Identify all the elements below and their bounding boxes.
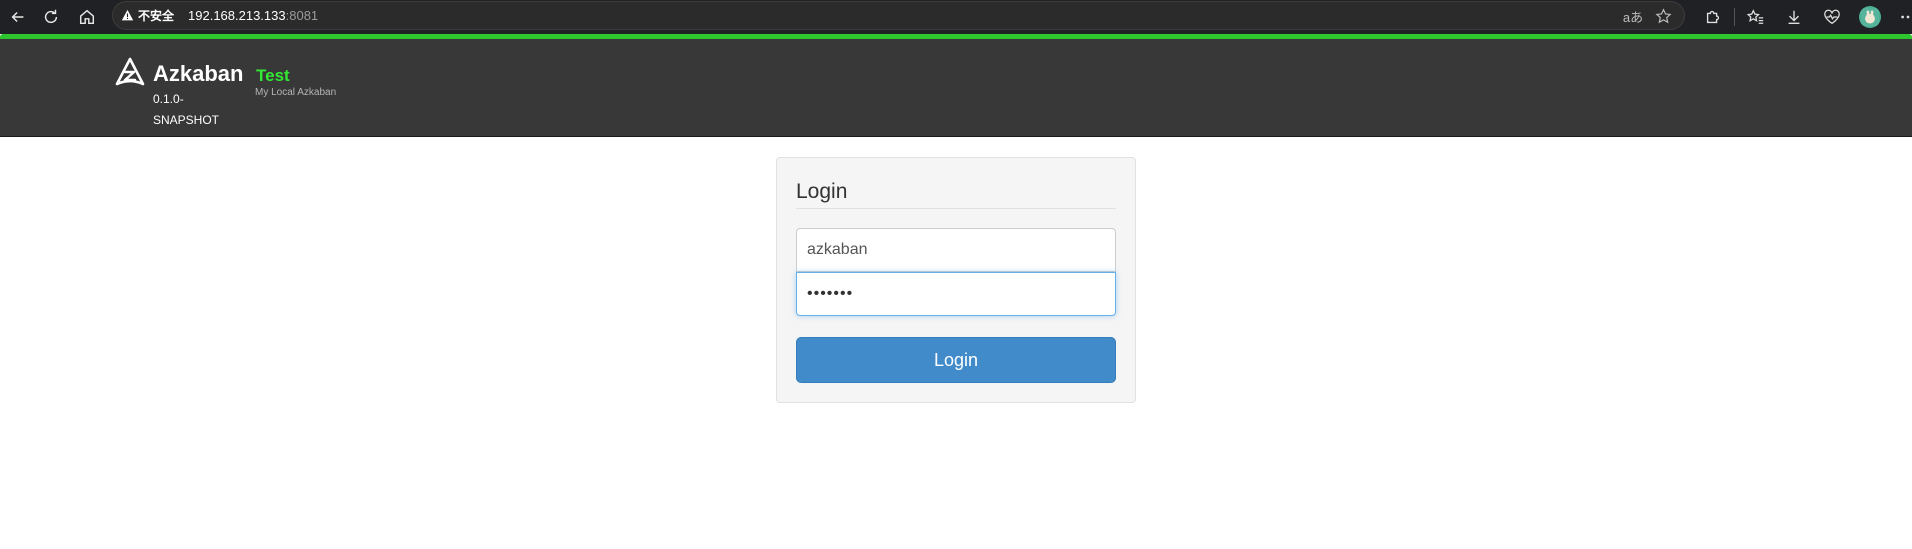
login-title: Login <box>796 180 848 203</box>
environment-name: Test <box>256 66 290 85</box>
download-icon <box>1788 10 1800 24</box>
star-icon <box>1655 7 1671 23</box>
app-header: Azkaban 0.1.0-SNAPSHOT Test My Local Azk… <box>0 39 1912 137</box>
title-divider <box>796 208 1116 209</box>
username-field[interactable]: azkaban <box>796 228 1116 272</box>
url-host: 192.168.213.133 <box>188 8 286 23</box>
profile-button[interactable] <box>1851 3 1889 31</box>
heart-pulse-icon <box>1824 9 1840 25</box>
environment-description: My Local Azkaban <box>255 87 337 98</box>
brand-name[interactable]: Azkaban <box>153 61 243 87</box>
home-icon <box>79 9 95 25</box>
home-button[interactable] <box>69 3 105 31</box>
version-label: 0.1.0-SNAPSHOT <box>153 92 220 127</box>
url-text[interactable]: 192.168.213.133:8081 <box>188 8 318 23</box>
browser-essentials-button[interactable] <box>1813 3 1851 31</box>
security-label: 不安全 <box>138 9 175 23</box>
avatar-image-icon <box>1861 8 1879 26</box>
extensions-button[interactable] <box>1694 3 1732 31</box>
puzzle-icon <box>1706 10 1720 24</box>
security-indicator[interactable]: 不安全 <box>121 7 174 24</box>
favorites-list-icon <box>1747 9 1764 24</box>
reload-button[interactable] <box>33 3 69 31</box>
warning-icon <box>121 9 134 21</box>
login-panel: Login azkaban ••••••• Login <box>776 157 1136 403</box>
toolbar-divider <box>1734 8 1735 26</box>
url-port: :8081 <box>285 8 319 23</box>
read-aloud-button[interactable]: aあ <box>1618 5 1648 27</box>
read-aloud-icon: aあ <box>1622 9 1644 25</box>
more-horizontal-icon <box>1901 15 1910 19</box>
login-button[interactable]: Login <box>796 337 1116 383</box>
avatar <box>1859 6 1881 28</box>
downloads-button[interactable] <box>1775 3 1813 31</box>
more-menu-button[interactable] <box>1889 3 1912 31</box>
address-bar[interactable]: 不安全 192.168.213.133:8081 aあ <box>112 1 1685 30</box>
azkaban-logo-icon[interactable] <box>114 57 146 87</box>
browser-toolbar: 不安全 192.168.213.133:8081 aあ <box>0 0 1912 34</box>
reload-icon <box>44 9 58 24</box>
favorite-button[interactable] <box>1648 5 1678 27</box>
arrow-left-icon <box>11 11 24 23</box>
password-field[interactable]: ••••••• <box>796 272 1116 316</box>
favorites-button[interactable] <box>1737 3 1775 31</box>
back-button[interactable] <box>0 3 36 31</box>
